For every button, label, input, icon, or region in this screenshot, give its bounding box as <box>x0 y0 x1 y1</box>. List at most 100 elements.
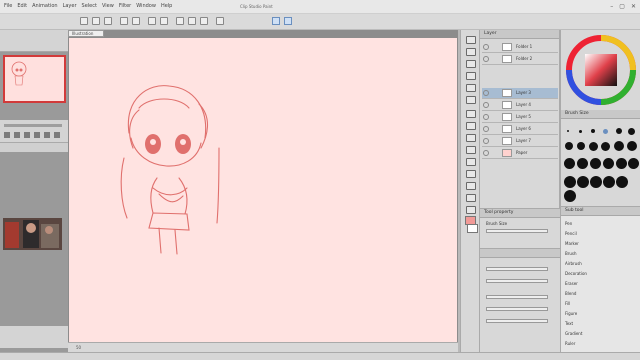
brush-size-preset[interactable] <box>614 141 624 151</box>
menu-item-edit[interactable]: Edit <box>17 3 27 9</box>
menu-item-animation[interactable]: Animation <box>32 3 58 9</box>
brush-size-preset[interactable] <box>603 176 615 188</box>
layer-row[interactable]: Layer 5 <box>482 112 558 123</box>
menu-item-layer[interactable]: Layer <box>63 3 77 9</box>
brush-size-preset[interactable] <box>616 158 627 169</box>
fit-icon[interactable] <box>24 132 30 138</box>
save-icon[interactable] <box>104 17 112 25</box>
gradient-tool-icon[interactable] <box>466 206 476 214</box>
brush-size-preset[interactable] <box>616 176 628 188</box>
sub-tool-item[interactable]: Eraser <box>565 281 578 286</box>
new-file-icon[interactable] <box>80 17 88 25</box>
brush-size-preset[interactable] <box>564 158 575 169</box>
document-tab[interactable]: Illustration <box>68 30 104 37</box>
layer-row-paper[interactable]: Paper <box>482 148 558 159</box>
operation-tool-icon[interactable] <box>466 60 476 68</box>
detail-slider-5[interactable] <box>486 319 548 323</box>
invert-selection-icon[interactable] <box>200 17 208 25</box>
menu-item-filter[interactable]: Filter <box>119 3 131 9</box>
brush-size-preset[interactable] <box>577 142 585 150</box>
fill-tool-icon[interactable] <box>466 194 476 202</box>
brush-size-preset[interactable] <box>567 130 569 132</box>
select-all-icon[interactable] <box>176 17 184 25</box>
rotate-right-icon[interactable] <box>44 132 50 138</box>
eye-icon[interactable] <box>483 90 489 96</box>
open-file-icon[interactable] <box>92 17 100 25</box>
detail-slider-2[interactable] <box>486 279 548 283</box>
maximize-icon[interactable]: ▢ <box>619 3 625 10</box>
brush-size-preset[interactable] <box>564 176 576 188</box>
pencil-tool-icon[interactable] <box>466 134 476 142</box>
eye-icon[interactable] <box>483 102 489 108</box>
move-tool-icon[interactable] <box>466 48 476 56</box>
auto-select-tool-icon[interactable] <box>466 96 476 104</box>
sub-tool-item[interactable]: Figure <box>565 311 577 316</box>
sub-color-swatch[interactable] <box>467 224 478 233</box>
eye-icon[interactable] <box>483 114 489 120</box>
brush-size-preset-selected[interactable] <box>603 129 608 134</box>
menu-item-view[interactable]: View <box>102 3 114 9</box>
flip-icon[interactable] <box>54 132 60 138</box>
brush-size-preset[interactable] <box>628 128 635 135</box>
sub-tool-item[interactable]: Gradient <box>565 331 582 336</box>
menu-item-help[interactable]: Help <box>161 3 172 9</box>
sub-tool-item[interactable]: Brush <box>565 251 577 256</box>
airbrush-tool-icon[interactable] <box>466 158 476 166</box>
close-icon[interactable]: ✕ <box>631 3 636 10</box>
brush-tool-icon[interactable] <box>466 146 476 154</box>
layer-row[interactable]: Layer 6 <box>482 124 558 135</box>
brush-size-preset[interactable] <box>601 142 610 151</box>
sub-tool-item[interactable]: Text <box>565 321 573 326</box>
rotate-left-icon[interactable] <box>34 132 40 138</box>
sub-tool-item[interactable]: Decoration <box>565 271 587 276</box>
zoom-slider[interactable] <box>4 124 62 127</box>
blend-tool-icon[interactable] <box>466 182 476 190</box>
minimize-icon[interactable]: – <box>610 3 613 10</box>
eye-icon[interactable] <box>483 44 489 50</box>
clear-icon[interactable] <box>148 17 156 25</box>
color-wheel[interactable] <box>561 30 640 110</box>
brush-size-preset[interactable] <box>589 142 598 151</box>
layer-row[interactable]: Layer 4 <box>482 100 558 111</box>
brush-size-preset[interactable] <box>577 176 589 188</box>
menu-item-window[interactable]: Window <box>136 3 156 9</box>
navigator-preview[interactable] <box>3 55 66 103</box>
redo-icon[interactable] <box>132 17 140 25</box>
brush-size-preset[interactable] <box>603 158 614 169</box>
sub-tool-item[interactable]: Pencil <box>565 231 577 236</box>
layer-row[interactable]: Layer 7 <box>482 136 558 147</box>
detail-slider-4[interactable] <box>486 307 548 311</box>
canvas[interactable] <box>69 38 457 342</box>
menu-item-file[interactable]: File <box>4 3 12 9</box>
brush-size-preset[interactable] <box>590 158 601 169</box>
snap-ruler-toggle[interactable] <box>284 17 292 25</box>
sub-tool-item[interactable]: Marker <box>565 241 579 246</box>
detail-slider-3[interactable] <box>486 295 548 299</box>
snap-toggle[interactable] <box>272 17 280 25</box>
eye-icon[interactable] <box>483 150 489 156</box>
move-layer-tool-icon[interactable] <box>466 72 476 80</box>
eye-icon[interactable] <box>483 138 489 144</box>
layer-row-selected[interactable]: Layer 3 <box>482 88 558 99</box>
pen-tool-icon[interactable] <box>466 122 476 130</box>
brush-size-slider[interactable] <box>486 229 548 233</box>
sub-tool-item[interactable]: Fill <box>565 301 570 306</box>
brush-size-preset[interactable] <box>565 142 573 150</box>
layer-row[interactable]: Folder 1 <box>482 42 558 53</box>
brush-size-preset[interactable] <box>591 129 595 133</box>
brush-size-preset[interactable] <box>564 190 576 202</box>
brush-size-preset[interactable] <box>627 141 637 151</box>
zoom-in-icon[interactable] <box>14 132 20 138</box>
zoom-out-icon[interactable] <box>4 132 10 138</box>
selection-tool-icon[interactable] <box>466 84 476 92</box>
sub-tool-item[interactable]: Ruler <box>565 341 575 346</box>
detail-slider-1[interactable] <box>486 267 548 271</box>
sub-tool-item[interactable]: Airbrush <box>565 261 582 266</box>
eyedropper-tool-icon[interactable] <box>466 110 476 118</box>
brush-size-preset[interactable] <box>616 128 622 134</box>
menu-item-select[interactable]: Select <box>82 3 97 9</box>
layer-row[interactable]: Folder 2 <box>482 54 558 65</box>
deselect-icon[interactable] <box>188 17 196 25</box>
brush-size-preset[interactable] <box>590 176 602 188</box>
eye-icon[interactable] <box>483 56 489 62</box>
